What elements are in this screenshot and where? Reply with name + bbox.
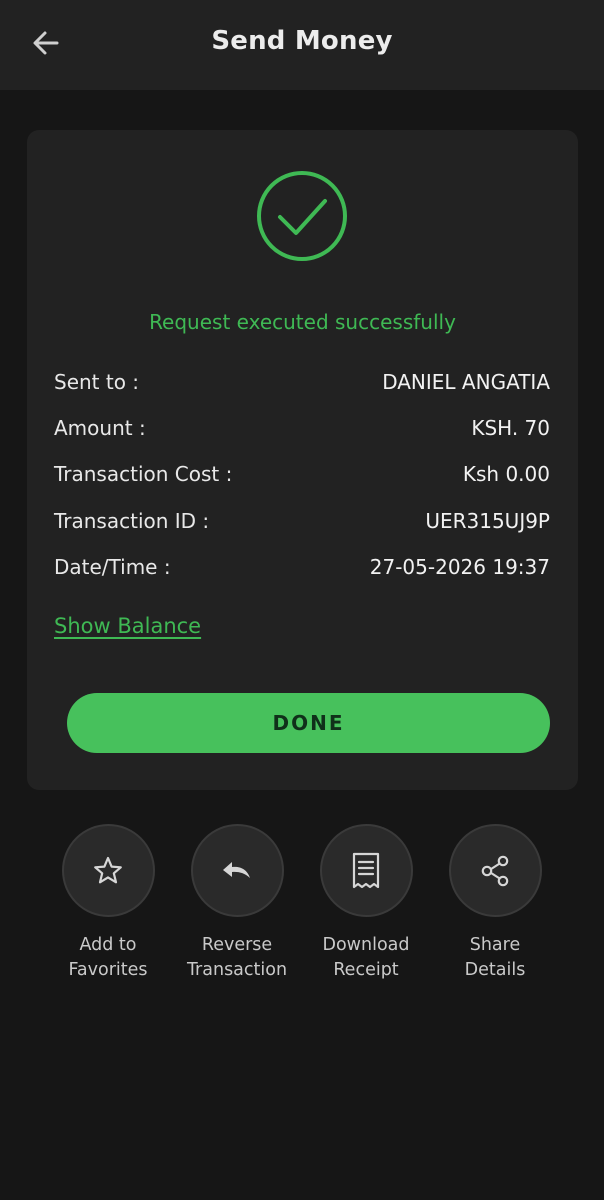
success-icon [256,170,348,262]
action-label: Download Receipt [323,933,410,983]
action-label-line: Reverse [201,935,273,955]
detail-label: Transaction Cost : [54,462,233,486]
check-circle-icon [257,171,347,261]
done-button[interactable]: DONE [67,693,550,753]
action-label-line: Download [322,935,410,955]
detail-row-transaction-cost: Transaction Cost : Ksh 0.00 [54,459,550,489]
star-icon [94,856,122,883]
share-details-button[interactable] [448,824,542,917]
detail-value: Ksh 0.00 [462,462,550,486]
action-label: Reverse Transaction [187,933,287,983]
detail-value: UER315UJ9P [425,509,550,533]
detail-row-amount: Amount : KSH. 70 [54,413,550,443]
reverse-transaction-button[interactable] [190,824,284,917]
action-label: Add to Favorites [68,933,147,983]
action-download-receipt: Download Receipt [302,824,430,983]
detail-label: Amount : [54,416,146,440]
action-add-to-favorites: Add to Favorites [44,824,172,983]
status-message: Request executed successfully [149,310,456,334]
app-bar: Send Money [0,0,604,90]
add-to-favorites-button[interactable] [61,824,155,917]
detail-value: 27-05-2026 19:37 [369,555,550,579]
action-label-line: Share [469,935,521,955]
undo-icon [223,861,250,878]
show-balance-link[interactable]: Show Balance [54,614,201,638]
detail-value: KSH. 70 [471,416,550,440]
action-reverse-transaction: Reverse Transaction [173,824,301,983]
receipt-icon [352,852,380,888]
action-share-details: Share Details [431,824,559,983]
detail-row-transaction-id: Transaction ID : UER315UJ9P [54,506,550,536]
page-title: Send Money [211,26,393,56]
transaction-result-card: Request executed successfully Sent to : … [27,130,578,790]
detail-label: Sent to : [54,370,140,394]
action-label-line: Details [464,960,526,980]
action-label-line: Transaction [186,960,288,980]
detail-value: DANIEL ANGATIA [382,370,550,394]
action-label-line: Receipt [333,960,399,980]
detail-label: Transaction ID : [54,509,210,533]
action-label-line: Add to [79,935,137,955]
detail-row-date-time: Date/Time : 27-05-2026 19:37 [54,552,550,582]
share-icon [481,855,509,886]
detail-label: Date/Time : [54,555,171,579]
action-label: Share Details [465,933,526,983]
download-receipt-button[interactable] [319,824,413,917]
detail-row-sent-to: Sent to : DANIEL ANGATIA [54,367,550,397]
action-label-line: Favorites [68,960,148,980]
